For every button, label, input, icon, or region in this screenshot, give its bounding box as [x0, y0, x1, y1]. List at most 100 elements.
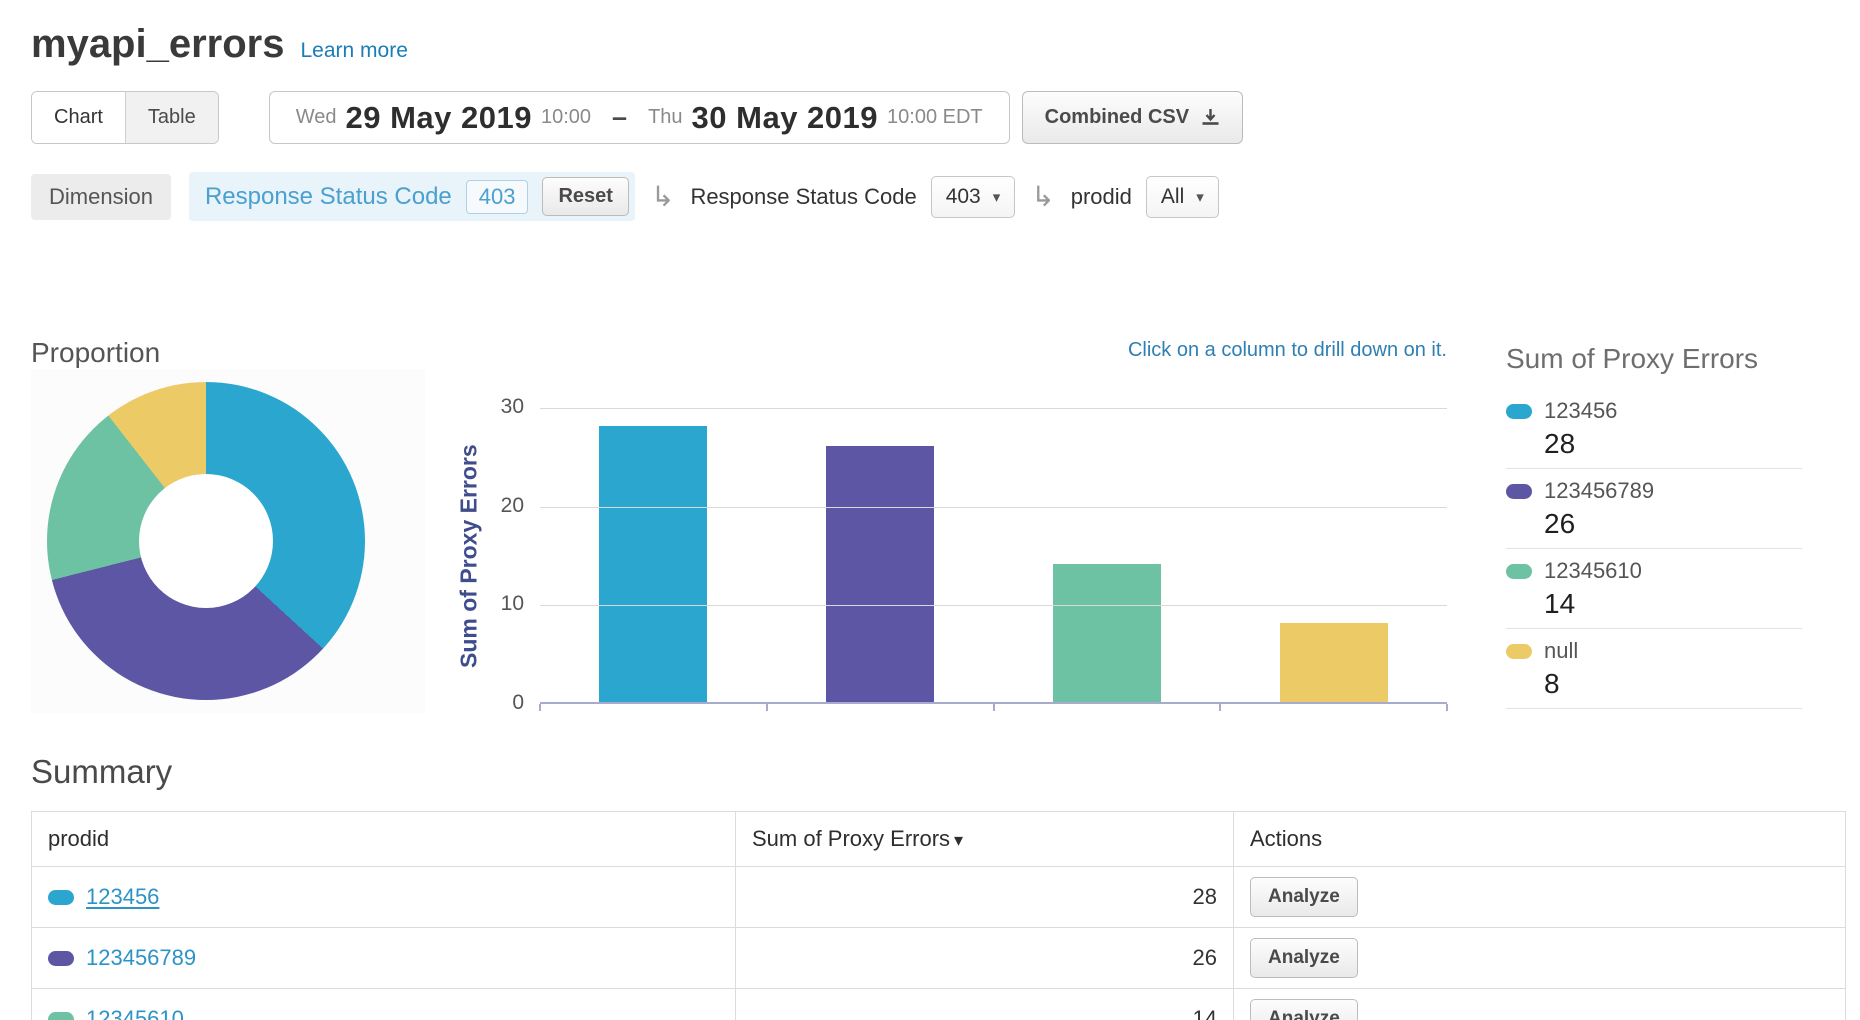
combined-csv-label: Combined CSV — [1045, 106, 1189, 129]
download-icon — [1201, 108, 1220, 127]
legend-value: 26 — [1544, 508, 1802, 540]
row-swatch — [48, 951, 74, 966]
end-date: 30 May 2019 — [692, 100, 878, 136]
gridline — [540, 605, 1447, 606]
table-header-row: prodid Sum of Proxy Errors▾ Actions — [32, 812, 1846, 867]
legend-swatch — [1506, 404, 1532, 419]
date-range-separator: – — [612, 102, 627, 133]
prodid-cell: 12345610 — [32, 989, 736, 1020]
legend-label: null — [1544, 638, 1578, 664]
end-day: Thu — [648, 106, 682, 129]
drilldown-label-prodid: prodid — [1071, 184, 1132, 210]
start-day: Wed — [296, 106, 337, 129]
legend-swatch — [1506, 484, 1532, 499]
bar-null[interactable] — [1280, 623, 1388, 702]
legend-swatch — [1506, 564, 1532, 579]
legend-value: 28 — [1544, 428, 1802, 460]
prodid-cell: 123456 — [32, 867, 736, 928]
legend-entry: 123456789 26 — [1506, 469, 1802, 549]
prodid-dropdown-value: All — [1161, 185, 1184, 209]
x-axis-tick — [1219, 704, 1221, 711]
page-title: myapi_errors — [31, 22, 284, 67]
analyze-button[interactable]: Analyze — [1250, 877, 1358, 917]
y-axis-ticks: 0102030 — [478, 408, 524, 704]
summary-table: prodid Sum of Proxy Errors▾ Actions 1234… — [31, 811, 1846, 1020]
filter-bar: Dimension Response Status Code 403 Reset… — [0, 172, 1860, 221]
bar-12345610[interactable] — [1053, 564, 1161, 702]
summary-heading: Summary — [31, 753, 1860, 791]
start-date: 29 May 2019 — [345, 100, 531, 136]
end-time: 10:00 EDT — [887, 106, 983, 129]
view-toggle: Chart Table — [31, 91, 219, 144]
proportion-donut-chart[interactable] — [47, 382, 365, 700]
action-cell: Analyze — [1234, 928, 1846, 989]
chevron-down-icon: ▾ — [1196, 188, 1204, 206]
legend-swatch — [1506, 644, 1532, 659]
active-filter-value-badge: 403 — [466, 180, 529, 214]
legend-entries: 123456 28 123456789 26 12345610 14 null 8 — [1506, 389, 1802, 709]
table-row: 1234561014Analyze — [32, 989, 1846, 1020]
chart-legend: Sum of Proxy Errors 12345628123456789261… — [1506, 343, 1802, 709]
y-tick-label: 30 — [478, 395, 524, 419]
reset-button[interactable]: Reset — [542, 177, 628, 216]
date-range-picker[interactable]: Wed 29 May 2019 10:00 – Thu 30 May 2019 … — [269, 91, 1010, 144]
legend-entry: null 8 — [1506, 629, 1802, 709]
drilldown-label-status-code: Response Status Code — [690, 184, 916, 210]
learn-more-link[interactable]: Learn more — [300, 39, 407, 63]
column-header-prodid[interactable]: prodid — [32, 812, 736, 867]
y-tick-label: 20 — [478, 494, 524, 518]
table-row: 123456 28 Analyze — [32, 867, 1846, 928]
prodid-dropdown[interactable]: All ▾ — [1146, 176, 1219, 218]
status-code-dropdown[interactable]: 403 ▾ — [931, 176, 1016, 218]
legend-title: Sum of Proxy Errors — [1506, 343, 1802, 375]
legend-entry: 123456 28 — [1506, 389, 1802, 469]
combined-csv-button[interactable]: Combined CSV — [1022, 91, 1243, 144]
x-axis-tick — [539, 704, 541, 711]
action-cell: Analyze — [1234, 989, 1846, 1020]
prodid-cell: 123456789 — [32, 928, 736, 989]
analyze-button[interactable]: Analyze — [1250, 938, 1358, 978]
report-page: myapi_errors Learn more Chart Table Wed … — [0, 0, 1860, 1020]
drilldown-hint: Click on a column to drill down on it. — [1128, 339, 1447, 362]
dimension-label: Dimension — [31, 174, 171, 220]
active-filter-chip: Response Status Code 403 Reset — [189, 172, 635, 221]
drilldown-arrow-icon: ↳ — [1031, 183, 1054, 211]
active-filter-name: Response Status Code — [205, 183, 452, 211]
legend-value: 8 — [1544, 668, 1802, 700]
bars-container — [540, 408, 1447, 702]
donut-hole — [139, 474, 273, 608]
row-swatch — [48, 1012, 74, 1020]
analyze-button[interactable]: Analyze — [1250, 999, 1358, 1020]
toolbar: Chart Table Wed 29 May 2019 10:00 – Thu … — [0, 91, 1860, 144]
column-header-actions: Actions — [1234, 812, 1846, 867]
report-header: myapi_errors Learn more — [0, 0, 1860, 67]
legend-value: 14 — [1544, 588, 1802, 620]
column-header-sum[interactable]: Sum of Proxy Errors▾ — [736, 812, 1234, 867]
legend-label: 123456 — [1544, 398, 1617, 424]
x-axis-tick — [993, 704, 995, 711]
legend-label: 123456789 — [1544, 478, 1654, 504]
legend-entry: 12345610 14 — [1506, 549, 1802, 629]
gridline — [540, 408, 1447, 409]
value-cell: 28 — [736, 867, 1234, 928]
bar-123456[interactable] — [599, 426, 707, 702]
chevron-down-icon: ▾ — [993, 188, 1001, 206]
tab-table[interactable]: Table — [125, 92, 218, 143]
proportion-chart-card — [31, 369, 425, 713]
chart-section: Click on a column to drill down on it. P… — [0, 337, 1860, 737]
status-code-dropdown-value: 403 — [946, 185, 981, 209]
sort-desc-icon: ▾ — [954, 830, 963, 850]
row-swatch — [48, 890, 74, 905]
x-axis-tick — [1446, 704, 1448, 711]
bar-123456789[interactable] — [826, 446, 934, 703]
prodid-link[interactable]: 123456789 — [86, 946, 196, 971]
legend-label: 12345610 — [1544, 558, 1642, 584]
y-tick-label: 0 — [478, 691, 524, 715]
prodid-link[interactable]: 12345610 — [86, 1007, 184, 1020]
prodid-link[interactable]: 123456 — [86, 885, 159, 910]
bar-chart-plot — [540, 408, 1447, 704]
tab-chart[interactable]: Chart — [32, 92, 125, 143]
gridline — [540, 507, 1447, 508]
table-row: 12345678926Analyze — [32, 928, 1846, 989]
y-tick-label: 10 — [478, 592, 524, 616]
